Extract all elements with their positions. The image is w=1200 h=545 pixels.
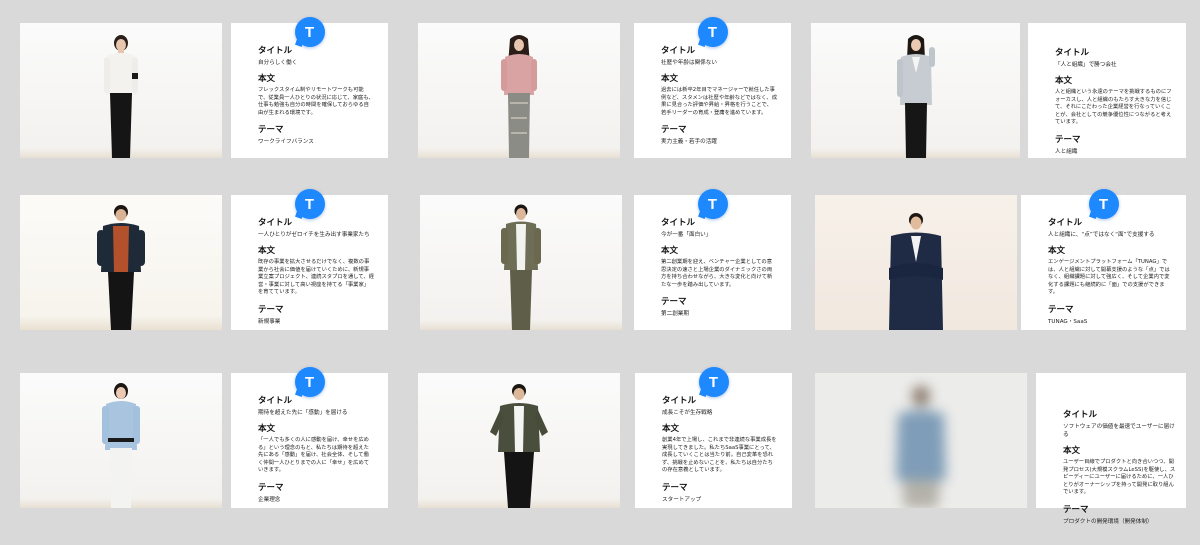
value-card: T タイトル 社歴や年齢は関係ない 本文 過去には新卒2年目でマネージャーで就任… (634, 17, 791, 158)
card-body-text: フレックスタイム制やリモートワークも可能で、従業員一人ひとりの状況に応じて、家庭… (258, 87, 374, 116)
card-body-heading: 本文 (1055, 75, 1073, 85)
card-title-heading: タイトル (258, 217, 293, 227)
card-body-heading: 本文 (258, 245, 276, 255)
card-title-text: 期待を超えた先に「感動」を届ける (258, 410, 348, 416)
card-body-heading: 本文 (661, 245, 679, 255)
card-theme-heading: テーマ (258, 481, 284, 492)
card-body-text: 過去には新卒2年目でマネージャーで就任した事例など、スタメンは社歴や年齢などでは… (661, 87, 778, 116)
card-theme-text: 第二創業期 (661, 311, 689, 318)
card-body-text: 「一人でも多くの人に感動を届け、幸せを広める」という理念のもと、私たちは期待を超… (258, 437, 370, 474)
card-body-text: 創業4年で上場し、これまで非連続な事業成長を実現してきました。私たちSaaS事業… (662, 437, 777, 474)
card-body-text: 第二創業期を迎え、ベンチャー企業としての意思決定の速さと上場企業のダイナミックさ… (661, 259, 773, 288)
card-theme-heading: テーマ (258, 124, 284, 135)
value-card: T タイトル 成長こそが生存戦略 本文 創業4年で上場し、これまで非連続な事業成… (635, 367, 792, 508)
card-theme-text: 新規事業 (258, 318, 281, 325)
card-theme-heading: テーマ (1063, 503, 1089, 514)
card-theme-text: スタートアップ (662, 496, 702, 503)
card-title-text: ソフトウェアの価値を最速でユーザーに届ける (1063, 424, 1175, 438)
card-theme-text: プロダクトの開発環境（開発体制） (1063, 518, 1153, 525)
t-avatar-icon: T (697, 189, 728, 219)
card-title-heading: タイトル (1063, 409, 1098, 419)
card-theme-text: 企業理念 (258, 496, 281, 503)
card-theme-heading: テーマ (1048, 303, 1074, 314)
card-body-text: エンゲージメントプラットフォーム「TUNAG」では、人と組織に対して開幕支援のよ… (1048, 259, 1170, 296)
employee-photo (811, 23, 1020, 158)
employee-photo (815, 373, 1027, 508)
person-figure (896, 35, 935, 158)
card-theme-heading: テーマ (1055, 133, 1081, 144)
card-theme-heading: テーマ (661, 124, 687, 135)
employee-photo (20, 23, 222, 158)
card-title-heading: タイトル (1055, 47, 1090, 57)
card-theme-text: 実力主義・若手の活躍 (661, 139, 717, 146)
card-body-heading: 本文 (258, 73, 276, 83)
person-figure (889, 213, 943, 330)
card-body-heading: 本文 (662, 423, 680, 433)
card-title-text: 一人ひとりがゼロイチを生み出す事業家たち (258, 232, 370, 238)
person-figure (896, 386, 946, 508)
card-title-text: 人と組織に、“点”ではなく“面”で支援する (1048, 232, 1155, 238)
card-title-text: 「人と組織」で勝つ会社 (1055, 62, 1117, 68)
employee-photo (418, 373, 620, 508)
card-title-text: 社歴や年齢は関係ない (661, 60, 717, 66)
employee-photo (418, 23, 620, 158)
value-card: T タイトル 期待を超えた先に「感動」を届ける 本文 「一人でも多くの人に感動を… (231, 367, 388, 508)
person-figure (97, 205, 145, 330)
t-avatar-icon: T (697, 17, 728, 47)
t-avatar-icon: T (698, 367, 729, 397)
person-figure (104, 35, 138, 158)
card-body-heading: 本文 (258, 423, 276, 433)
value-card: タイトル ソフトウェアの価値を最速でユーザーに届ける 本文 ユーザー目線でプロダ… (1036, 373, 1186, 525)
card-body-text: 既存の事業を拡大させるだけでなく、複数の事業から社会に価値を届けていくために、新… (258, 259, 375, 296)
person-figure (490, 384, 548, 508)
employee-photo (20, 195, 222, 330)
card-title-heading: タイトル (1048, 217, 1083, 227)
card-theme-heading: テーマ (258, 303, 284, 314)
value-card: T タイトル 一人ひとりがゼロイチを生み出す事業家たち 本文 既存の事業を拡大さ… (231, 189, 388, 330)
card-theme-text: ワークライフバランス (258, 139, 314, 146)
card-theme-heading: テーマ (662, 481, 688, 492)
card-title-heading: タイトル (661, 45, 696, 55)
card-theme-heading: テーマ (661, 296, 687, 307)
value-card: T タイトル 人と組織に、“点”ではなく“面”で支援する 本文 エンゲージメント… (1021, 189, 1186, 330)
t-avatar-icon: T (1088, 189, 1119, 219)
card-body-heading: 本文 (1048, 245, 1066, 255)
value-card: タイトル 「人と組織」で勝つ会社 本文 人と組織という永遠のテーマを挑戦するもの… (1028, 23, 1186, 158)
value-card: T タイトル 自分らしく働く 本文 フレックスタイム制やリモートワークも可能で、… (231, 17, 388, 158)
person-figure (102, 383, 140, 508)
card-theme-text: TUNAG・SaaS (1048, 318, 1088, 325)
card-theme-text: 人と組織 (1055, 148, 1078, 155)
employee-photo (420, 195, 622, 330)
employee-photo (815, 195, 1017, 330)
card-title-heading: タイトル (662, 395, 697, 405)
card-title-text: 今が一番「面白い」 (661, 232, 712, 238)
card-title-heading: タイトル (661, 217, 696, 227)
card-title-heading: タイトル (258, 45, 293, 55)
employee-photo (20, 373, 222, 508)
t-avatar-icon: T (294, 367, 325, 397)
card-body-heading: 本文 (661, 73, 679, 83)
card-body-heading: 本文 (1063, 445, 1081, 455)
person-figure (501, 35, 537, 158)
value-card: T タイトル 今が一番「面白い」 本文 第二創業期を迎え、ベンチャー企業としての… (634, 189, 791, 330)
card-title-text: 自分らしく働く (258, 60, 298, 66)
card-title-text: 成長こそが生存戦略 (662, 410, 713, 416)
card-body-text: ユーザー目線でプロダクトと向き合いつつ、開発プロセス(大規模スクラムLeSS)を… (1063, 459, 1176, 496)
t-avatar-icon: T (294, 17, 325, 47)
card-title-heading: タイトル (258, 395, 293, 405)
t-avatar-icon: T (294, 189, 325, 219)
card-body-text: 人と組織という永遠のテーマを挑戦するものにフォーカスし、人と組織のもたらす大きな… (1055, 89, 1172, 126)
person-figure (501, 204, 541, 330)
